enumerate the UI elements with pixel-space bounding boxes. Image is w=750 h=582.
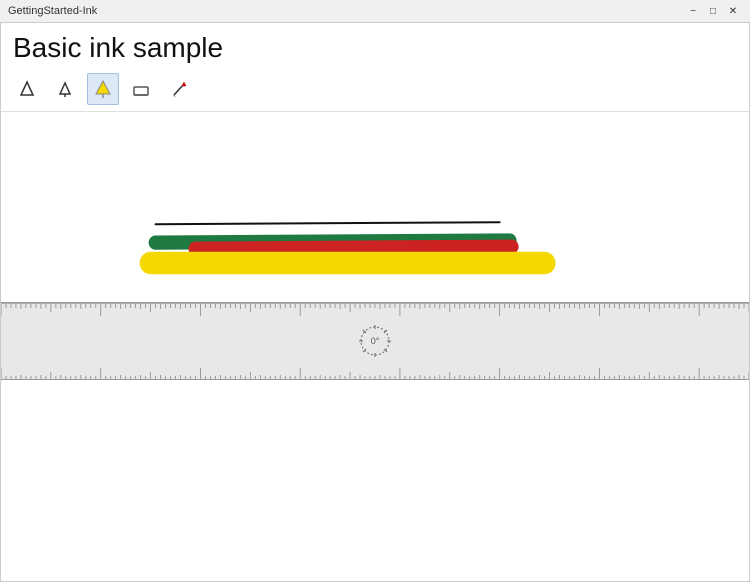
rotation-angle-label: 0° [371, 336, 380, 346]
page-title: Basic ink sample [1, 23, 749, 69]
window-controls: − □ ✕ [684, 3, 742, 19]
pencil-icon [168, 78, 190, 100]
pen-tool-button[interactable] [11, 73, 43, 105]
eraser-icon [130, 78, 152, 100]
title-bar: GettingStarted-Ink − □ ✕ [0, 0, 750, 22]
close-button[interactable]: ✕ [724, 3, 742, 19]
highlighter-icon [92, 78, 114, 100]
highlighter-tool-button[interactable] [87, 73, 119, 105]
pencil-tool-button[interactable] [163, 73, 195, 105]
pen2-icon [54, 78, 76, 100]
main-window: Basic ink sample [0, 22, 750, 582]
eraser-tool-button[interactable] [125, 73, 157, 105]
ruler[interactable]: // Draw ticks [1, 302, 749, 380]
pen-icon [16, 78, 38, 100]
minimize-button[interactable]: − [684, 3, 702, 19]
maximize-button[interactable]: □ [704, 3, 722, 19]
canvas-area[interactable]: // Draw ticks [1, 112, 749, 581]
rotation-handle[interactable]: 0° [355, 321, 395, 361]
toolbar [1, 69, 749, 112]
app-title: GettingStarted-Ink [8, 5, 97, 17]
pen-tool-2-button[interactable] [49, 73, 81, 105]
